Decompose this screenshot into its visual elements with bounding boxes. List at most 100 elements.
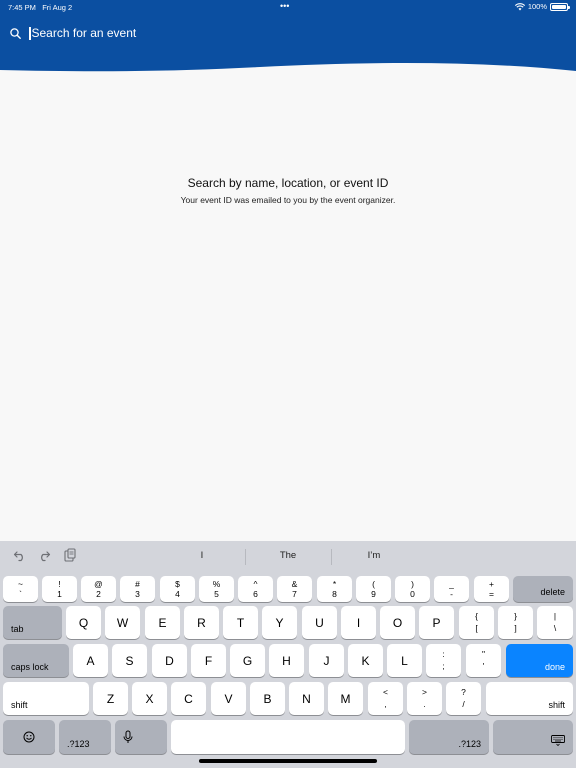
- key-top-char: !: [58, 579, 61, 589]
- key-bottom-char: -: [450, 589, 453, 599]
- key-s[interactable]: S: [112, 644, 147, 677]
- key-r[interactable]: R: [184, 606, 219, 639]
- key-bottom-char: /: [462, 699, 465, 709]
- key-6[interactable]: ^ 6: [238, 576, 273, 602]
- key-period[interactable]: >.: [407, 682, 442, 715]
- key-t[interactable]: T: [223, 606, 258, 639]
- key-bottom-char: ': [482, 661, 485, 671]
- key-k[interactable]: K: [348, 644, 383, 677]
- right-numbers-key[interactable]: .?123: [409, 720, 489, 754]
- key-o[interactable]: O: [380, 606, 415, 639]
- key-1[interactable]: ! 1: [42, 576, 77, 602]
- redo-icon[interactable]: [37, 548, 51, 562]
- key-top-char: {: [475, 611, 478, 621]
- key-bottom-char: 5: [214, 589, 219, 599]
- tab-key[interactable]: tab: [3, 606, 62, 639]
- caps-lock-key[interactable]: caps lock: [3, 644, 69, 677]
- key-bottom-char: 7: [292, 589, 297, 599]
- key-y[interactable]: Y: [262, 606, 297, 639]
- key-g[interactable]: G: [230, 644, 265, 677]
- dictation-key[interactable]: [115, 720, 167, 754]
- key-0[interactable]: ) 0: [395, 576, 430, 602]
- left-shift-key[interactable]: shift: [3, 682, 89, 715]
- delete-label: delete: [540, 587, 565, 597]
- key-q[interactable]: Q: [66, 606, 101, 639]
- wifi-icon: [514, 2, 525, 10]
- key-question[interactable]: ? /: [446, 682, 481, 715]
- key-top-char: _: [449, 579, 454, 589]
- key-bottom-char: 0: [410, 589, 415, 599]
- key-u[interactable]: U: [302, 606, 337, 639]
- done-key[interactable]: done: [506, 644, 573, 677]
- key-char: X: [145, 691, 154, 706]
- key-e[interactable]: E: [145, 606, 180, 639]
- home-indicator[interactable]: [199, 759, 377, 763]
- empty-state-subtitle: Your event ID was emailed to you by the …: [180, 195, 396, 205]
- emoji-key[interactable]: [3, 720, 55, 754]
- key-v[interactable]: V: [211, 682, 246, 715]
- header: 7:45 PM Fri Aug 2 ••• 100%: [0, 0, 576, 74]
- key-pipe[interactable]: | \: [537, 606, 573, 639]
- key-colon[interactable]: :;: [426, 644, 461, 677]
- delete-key[interactable]: delete: [513, 576, 573, 602]
- key-top-char: #: [135, 579, 140, 589]
- key-7[interactable]: & 7: [277, 576, 312, 602]
- key-9[interactable]: (9: [356, 576, 391, 602]
- key-comma[interactable]: <,: [368, 682, 403, 715]
- space-bar[interactable]: [171, 720, 405, 754]
- suggestion-2[interactable]: The: [248, 550, 328, 561]
- key-right-brace[interactable]: }]: [498, 606, 533, 639]
- key-bottom-char: .: [423, 699, 426, 709]
- key-f[interactable]: F: [191, 644, 226, 677]
- key-x[interactable]: X: [132, 682, 167, 715]
- key-quote[interactable]: " ': [466, 644, 501, 677]
- key-p[interactable]: P: [419, 606, 454, 639]
- key-char: Z: [106, 691, 115, 706]
- key-n[interactable]: N: [289, 682, 324, 715]
- key-m[interactable]: M: [328, 682, 363, 715]
- status-time-date: 7:45 PM Fri Aug 2: [8, 3, 72, 12]
- suggestion-3[interactable]: I’m: [334, 550, 414, 561]
- key-z[interactable]: Z: [93, 682, 128, 715]
- key-char: V: [224, 691, 233, 706]
- key-d[interactable]: D: [152, 644, 187, 677]
- tab-label: tab: [11, 624, 24, 634]
- key-l[interactable]: L: [387, 644, 422, 677]
- key-b[interactable]: B: [250, 682, 285, 715]
- key-5[interactable]: % 5: [199, 576, 234, 602]
- search-input[interactable]: [31, 26, 332, 40]
- numbers-label: .?123: [67, 739, 90, 749]
- left-numbers-key[interactable]: .?123: [59, 720, 111, 754]
- key-a[interactable]: A: [73, 644, 108, 677]
- key-top-char: ): [411, 579, 414, 589]
- key-minus[interactable]: _ -: [434, 576, 469, 602]
- key-8[interactable]: * 8: [317, 576, 352, 602]
- search-bar[interactable]: [10, 25, 332, 41]
- hide-keyboard-icon-wrap: [551, 735, 565, 749]
- key-left-brace[interactable]: {[: [459, 606, 494, 639]
- key-tilde-backtick[interactable]: ~ `: [3, 576, 38, 602]
- key-h[interactable]: H: [269, 644, 304, 677]
- key-bottom-char: ,: [384, 699, 387, 709]
- right-shift-key[interactable]: shift: [486, 682, 573, 715]
- key-c[interactable]: C: [171, 682, 206, 715]
- key-char: R: [197, 615, 206, 630]
- key-char: M: [340, 691, 351, 706]
- key-w[interactable]: W: [105, 606, 140, 639]
- key-3[interactable]: #3: [120, 576, 155, 602]
- key-top-char: *: [332, 579, 337, 589]
- suggestion-divider: [245, 549, 246, 565]
- multitasking-dots[interactable]: •••: [280, 1, 289, 11]
- key-equals[interactable]: + =: [474, 576, 509, 602]
- key-2[interactable]: @2: [81, 576, 116, 602]
- key-j[interactable]: J: [309, 644, 344, 677]
- undo-icon[interactable]: [13, 548, 27, 562]
- paste-icon[interactable]: [63, 548, 77, 562]
- key-char: O: [392, 615, 403, 630]
- hide-keyboard-key[interactable]: [493, 720, 573, 754]
- key-char: I: [356, 615, 361, 630]
- key-4[interactable]: $4: [160, 576, 195, 602]
- key-top-char: +: [489, 579, 494, 589]
- suggestion-1[interactable]: I: [162, 550, 242, 561]
- key-i[interactable]: I: [341, 606, 376, 639]
